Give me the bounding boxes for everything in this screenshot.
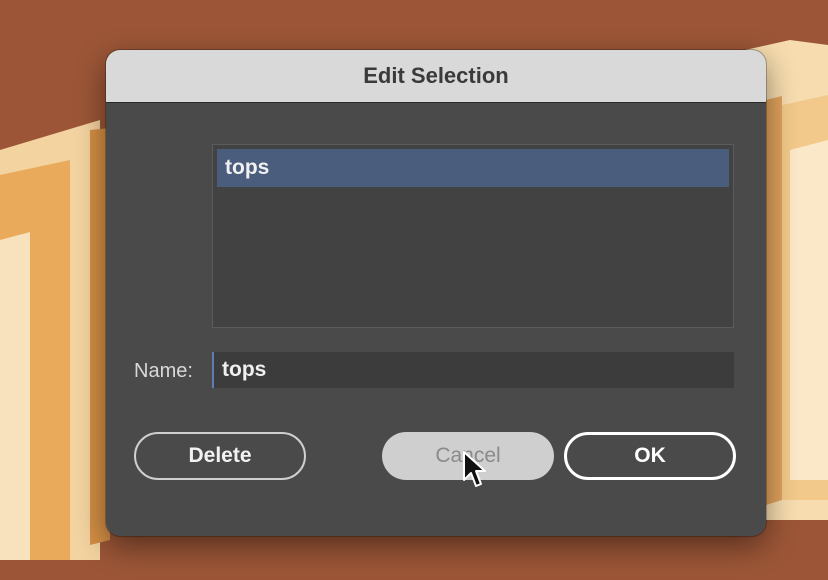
delete-button-label: Delete (188, 444, 252, 467)
dialog-title-bar[interactable]: Edit Selection (106, 50, 766, 103)
delete-button[interactable]: Delete (134, 432, 306, 480)
artwork-block-left-front (0, 232, 30, 560)
edit-selection-dialog: Edit Selection tops Name: Delete Cancel … (106, 50, 766, 536)
selection-list[interactable]: tops (212, 144, 734, 328)
list-item[interactable]: tops (217, 149, 729, 187)
name-field[interactable] (212, 352, 734, 388)
ok-button-label: OK (634, 444, 666, 467)
ok-button[interactable]: OK (564, 432, 736, 480)
name-label: Name: (134, 360, 193, 382)
artwork-block-right-edge (766, 96, 782, 505)
arrow-pointer-icon (463, 451, 486, 487)
artwork-block-right-front (790, 140, 828, 480)
dialog-title: Edit Selection (363, 63, 509, 88)
